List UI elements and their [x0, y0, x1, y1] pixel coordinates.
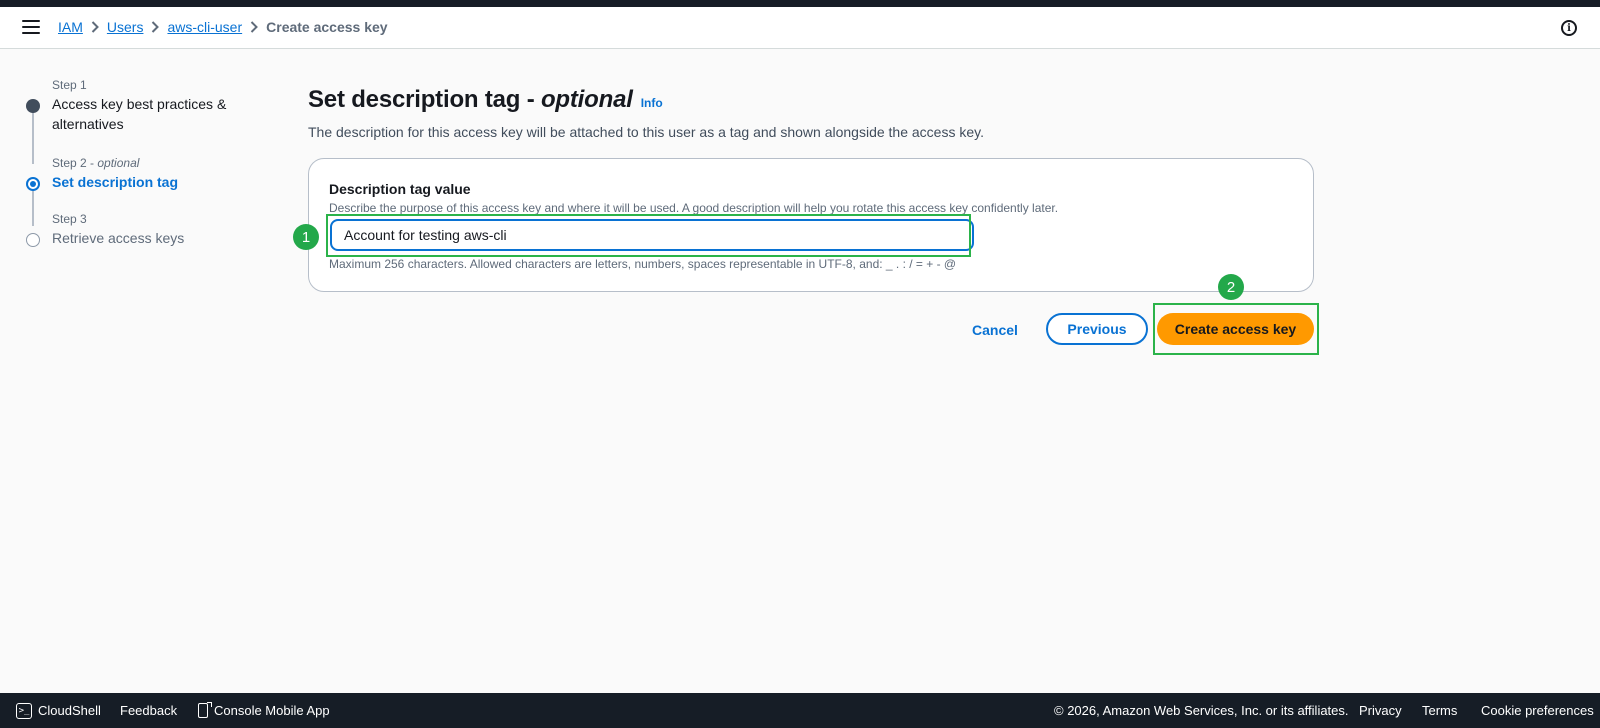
- breadcrumb-bar: IAM Users aws-cli-user Create access key…: [0, 7, 1600, 49]
- chevron-right-icon: [83, 21, 107, 33]
- cloudshell-link[interactable]: >_ CloudShell: [16, 702, 101, 719]
- step-2-title: Set description tag: [52, 174, 179, 190]
- step-current-icon: [26, 177, 40, 191]
- feedback-link[interactable]: Feedback: [120, 703, 177, 718]
- previous-button[interactable]: Previous: [1046, 313, 1148, 345]
- step-2-number: Step 2 - optional: [52, 156, 140, 170]
- step-1-number: Step 1: [52, 78, 87, 92]
- annotation-badge-2: 2: [1218, 274, 1244, 300]
- description-tag-input[interactable]: [330, 219, 974, 251]
- page-title: Set description tag - optional Info: [308, 86, 663, 114]
- wizard-steps: Step 1 Access key best practices & alter…: [24, 78, 264, 248]
- privacy-link[interactable]: Privacy: [1359, 703, 1402, 718]
- footer: >_ CloudShell Feedback Console Mobile Ap…: [0, 693, 1600, 728]
- breadcrumb-users[interactable]: Users: [107, 19, 144, 35]
- cloudshell-label: CloudShell: [38, 703, 101, 718]
- page-heading: Set description tag - optional: [308, 86, 633, 113]
- step-2: Step 2 - optional Set description tag: [24, 156, 264, 212]
- info-link[interactable]: Info: [641, 96, 663, 110]
- top-strip: [0, 0, 1600, 7]
- step-pending-icon: [26, 233, 40, 247]
- field-description: Describe the purpose of this access key …: [329, 201, 1059, 215]
- cloudshell-icon: >_: [16, 702, 32, 719]
- cookie-preferences-link[interactable]: Cookie preferences: [1481, 703, 1594, 718]
- field-constraint-hint: Maximum 256 characters. Allowed characte…: [329, 257, 957, 271]
- mobile-app-icon: [198, 702, 212, 718]
- field-label: Description tag value: [329, 181, 471, 197]
- step-3-number: Step 3: [52, 212, 87, 226]
- chevron-right-icon: [143, 21, 167, 33]
- menu-icon[interactable]: [22, 20, 40, 36]
- step-3: Step 3 Retrieve access keys: [24, 212, 264, 248]
- step-completed-icon: [26, 99, 40, 113]
- breadcrumb: IAM Users aws-cli-user Create access key: [58, 19, 388, 35]
- chevron-right-icon: [242, 21, 266, 33]
- mobile-app-label: Console Mobile App: [214, 703, 330, 718]
- step-3-title: Retrieve access keys: [52, 230, 185, 246]
- step-1: Step 1 Access key best practices & alter…: [24, 78, 264, 156]
- breadcrumb-current: Create access key: [266, 19, 388, 35]
- copyright-text: © 2026, Amazon Web Services, Inc. or its…: [1054, 703, 1349, 718]
- info-icon[interactable]: i: [1561, 20, 1577, 36]
- breadcrumb-user[interactable]: aws-cli-user: [167, 19, 242, 35]
- page-subtitle: The description for this access key will…: [308, 124, 984, 140]
- cancel-button[interactable]: Cancel: [960, 314, 1030, 346]
- annotation-badge-1: 1: [293, 224, 319, 250]
- breadcrumb-iam[interactable]: IAM: [58, 19, 83, 35]
- terms-link[interactable]: Terms: [1422, 703, 1457, 718]
- create-access-key-button[interactable]: Create access key: [1157, 313, 1314, 345]
- step-1-title[interactable]: Access key best practices & alternatives: [52, 94, 264, 134]
- mobile-app-link[interactable]: Console Mobile App: [198, 702, 330, 718]
- description-tag-panel: Description tag value Describe the purpo…: [308, 158, 1314, 292]
